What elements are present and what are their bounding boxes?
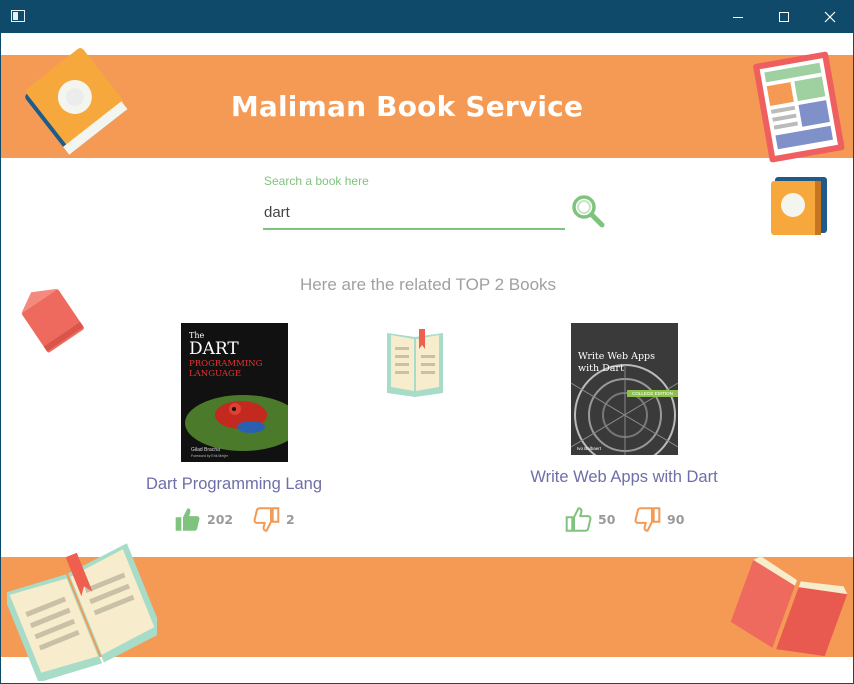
cover-author: Ivo Balbaert — [577, 446, 602, 451]
minimize-button[interactable] — [715, 1, 761, 33]
thumbs-down-outline-icon — [253, 507, 280, 532]
cover-edition-badge: COLLEGE EDITION — [627, 390, 678, 397]
thumbs-down-outline-icon — [634, 507, 661, 532]
open-book-large-icon — [7, 543, 157, 681]
dislike-button[interactable]: 90 — [634, 506, 684, 533]
like-count: 202 — [207, 512, 234, 527]
book-title[interactable]: Write Web Apps with Dart — [504, 468, 744, 487]
minimize-icon — [733, 17, 743, 18]
thumbs-up-icon — [175, 508, 200, 531]
book-title[interactable]: Dart Programming Lang — [124, 475, 344, 494]
dislike-button[interactable]: 2 — [253, 506, 295, 533]
like-button[interactable]: 202 — [174, 506, 233, 533]
open-book-icon — [387, 329, 443, 397]
maximize-button[interactable] — [761, 1, 807, 33]
app-icon — [11, 10, 25, 22]
cover-author: Gilad Bracha — [191, 447, 220, 453]
magazine-icon — [753, 51, 845, 163]
like-button[interactable]: 50 — [565, 506, 615, 533]
spiral-staircase-illustration — [571, 364, 678, 455]
red-open-book-icon — [730, 556, 848, 657]
like-count: 50 — [598, 512, 616, 527]
cover-line-2: with Dart — [578, 363, 624, 374]
close-button[interactable] — [807, 1, 853, 33]
search-icon[interactable] — [571, 194, 605, 228]
results-heading: Here are the related TOP 2 Books — [299, 275, 557, 294]
app-window: Maliman Book Service Search a book here … — [0, 0, 854, 684]
cover-line-3: PROGRAMMING — [189, 359, 263, 369]
book-cover-write-web-apps[interactable]: Write Web Apps with Dart COLLEGE EDITION… — [571, 323, 678, 455]
thumbs-up-outline-icon — [565, 507, 592, 532]
title-bar — [1, 1, 853, 33]
cover-foreword: Foreword by Erik Meijer — [191, 454, 228, 458]
cover-line-4: LANGUAGE — [189, 369, 242, 379]
cover-line-1: Write Web Apps — [578, 351, 655, 362]
dislike-count: 2 — [286, 512, 295, 527]
search-input[interactable] — [263, 196, 565, 230]
search-label: Search a book here — [264, 174, 369, 188]
cover-line-2: DART — [189, 339, 239, 359]
book-cover-dart-programming[interactable]: The DART PROGRAMMING LANGUAGE Gilad Brac… — [181, 323, 288, 462]
dislike-count: 90 — [667, 512, 685, 527]
book-stack-icon — [771, 177, 827, 235]
closed-book-icon — [25, 48, 128, 155]
maximize-icon — [779, 12, 789, 22]
close-icon — [824, 11, 836, 23]
